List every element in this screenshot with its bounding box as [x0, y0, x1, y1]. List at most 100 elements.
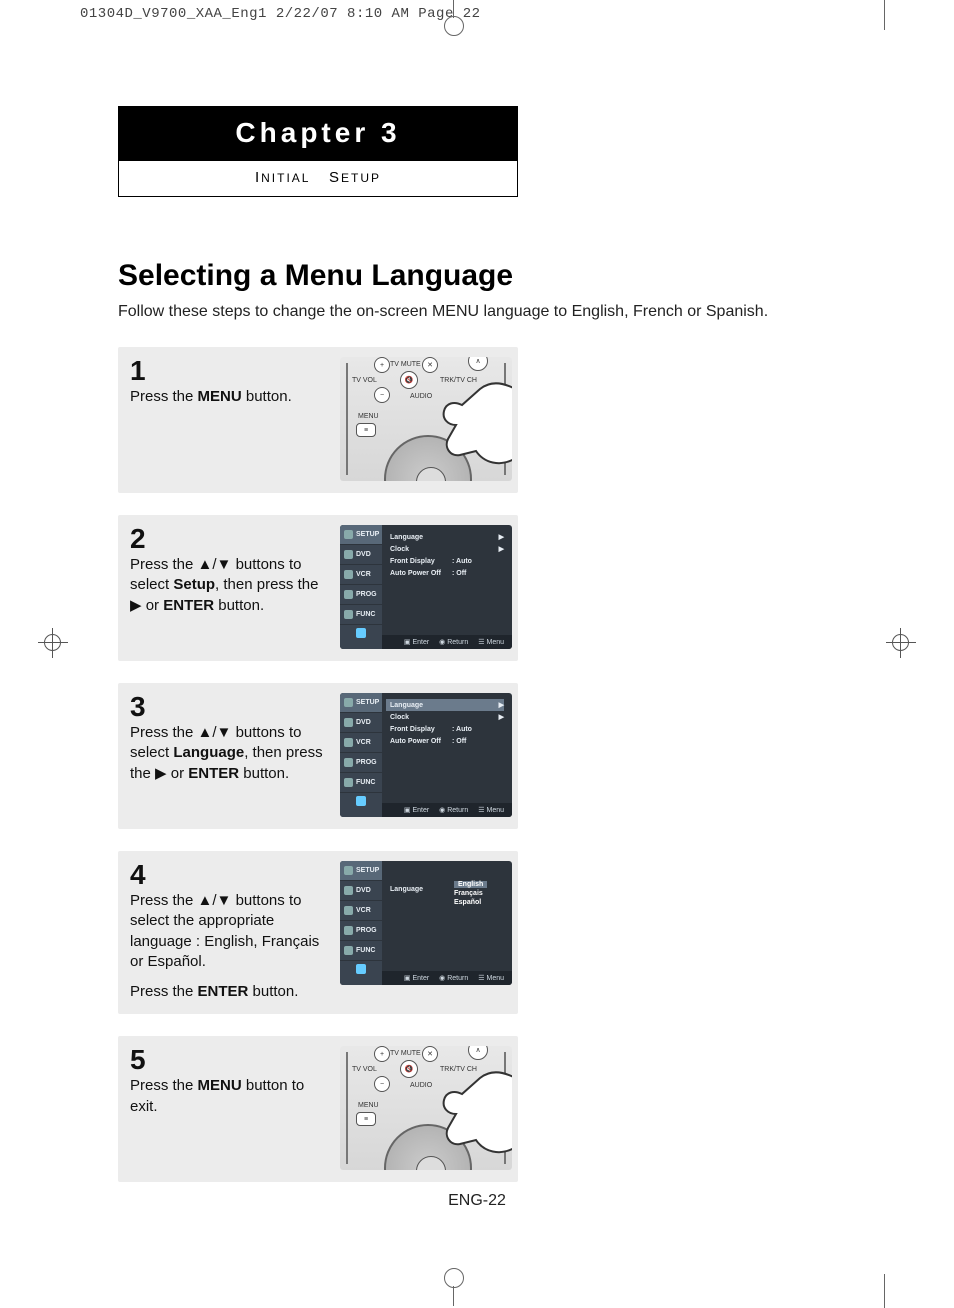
chapter-subtitle-w2: ETUP — [341, 171, 381, 185]
crop-mark-bottom-icon — [440, 1272, 468, 1300]
grid-icon — [344, 778, 353, 787]
osd-screenshot-setup: SETUP DVD VCR PROG FUNC Language▶ Clock▶ — [340, 525, 512, 649]
osd-screenshot-language-highlight: SETUP DVD VCR PROG FUNC Language▶ Clock▶ — [340, 693, 512, 817]
osd-bar-menu: Menu — [486, 639, 504, 646]
step-5-pre: Press the — [130, 1077, 198, 1094]
osd-item-language: Language — [390, 702, 452, 709]
step-5-text: 5 Press the MENU button to exit. — [130, 1046, 330, 1170]
osd-side-dvd: DVD — [356, 551, 371, 558]
step-5-bold: MENU — [198, 1077, 242, 1094]
osd-bar-enter: Enter — [412, 639, 429, 646]
step-5: 5 Press the MENU button to exit. TV MUTE… — [118, 1036, 518, 1182]
chapter-title: Chapter 3 — [119, 107, 517, 161]
step-2-figure: SETUP DVD VCR PROG FUNC Language▶ Clock▶ — [340, 525, 512, 649]
registration-mark-right-icon — [886, 628, 916, 658]
chapter-heading-box: Chapter 3 INITIAL SETUP — [118, 106, 518, 197]
osd-lang-francais: Français — [454, 890, 487, 897]
step-1-pre: Press the — [130, 388, 198, 405]
step-4-text: 4 Press the ▲/▼ buttons to select the ap… — [130, 861, 330, 1002]
osd-bar-return: Return — [447, 807, 468, 814]
step-5-number: 5 — [130, 1046, 330, 1074]
step-2-number: 2 — [130, 525, 330, 553]
osd-bar-menu: Menu — [486, 975, 504, 982]
crop-mark-top-icon — [440, 4, 468, 32]
step-3: 3 Press the ▲/▼ buttons to select Langua… — [118, 683, 518, 829]
page-number: ENG-22 — [0, 1192, 954, 1210]
return-icon: ◉ — [439, 639, 445, 646]
manual-page: 01304D_V9700_XAA_Eng1 2/22/07 8:10 AM Pa… — [0, 0, 954, 1304]
tape-icon — [344, 570, 353, 579]
move-icon — [356, 964, 366, 974]
osd-bar-enter: Enter — [412, 975, 429, 982]
menu-icon: ☰ — [478, 639, 484, 646]
gear-icon — [344, 866, 353, 875]
osd-side-prog: PROG — [356, 591, 377, 598]
clock-icon — [344, 758, 353, 767]
step-5-figure: TV MUTE + ✕ ∧ TV VOL 🔇 TRK/TV CH − AUDIO… — [340, 1046, 512, 1170]
remote-illustration: TV MUTE + ✕ ∧ TV VOL 🔇 TRK/TV CH − AUDIO… — [340, 357, 512, 481]
step-4: 4 Press the ▲/▼ buttons to select the ap… — [118, 851, 518, 1014]
crop-tick-bottom-right-icon — [884, 1274, 885, 1308]
grid-icon — [344, 610, 353, 619]
disc-icon — [344, 550, 353, 559]
step-4-line2-pre: Press the — [130, 983, 198, 1000]
osd-value-auto: : Auto — [452, 558, 488, 565]
osd-lang-english: English — [454, 881, 487, 888]
osd-side-vcr: VCR — [356, 907, 371, 914]
section-title: Selecting a Menu Language — [118, 259, 838, 293]
osd-value-off: : Off — [452, 570, 488, 577]
step-2-text: 2 Press the ▲/▼ buttons to select Setup,… — [130, 525, 330, 649]
step-3-bold2: ENTER — [188, 765, 239, 782]
step-4-line2-post: button. — [248, 983, 298, 1000]
step-2-arrow2: ▶ — [130, 597, 142, 614]
step-1-bold: MENU — [198, 388, 242, 405]
step-4-arrows: ▲/▼ — [198, 892, 232, 909]
chapter-subtitle-w1: NITIAL — [261, 171, 310, 185]
osd-item-language: Language — [390, 534, 452, 541]
osd-side-vcr: VCR — [356, 571, 371, 578]
osd-bar-enter: Enter — [412, 807, 429, 814]
step-4-number: 4 — [130, 861, 330, 889]
step-3-arrows: ▲/▼ — [198, 724, 232, 741]
page-content: Chapter 3 INITIAL SETUP Selecting a Menu… — [118, 106, 838, 1182]
chapter-subtitle: INITIAL SETUP — [119, 161, 517, 196]
osd-value-off: : Off — [452, 738, 488, 745]
step-3-arrow2: ▶ — [155, 765, 167, 782]
remote-label-tvvol: TV VOL — [352, 377, 377, 384]
gear-icon — [344, 530, 353, 539]
clock-icon — [344, 926, 353, 935]
osd-item-autopoweroff: Auto Power Off — [390, 738, 452, 745]
chapter-subtitle-cap2: S — [329, 169, 341, 186]
step-4-figure: SETUP DVD VCR PROG FUNC Language Engl — [340, 861, 512, 1002]
osd-side-func: FUNC — [356, 947, 375, 954]
osd-side-setup: SETUP — [356, 867, 379, 874]
osd-side-setup: SETUP — [356, 531, 379, 538]
step-2-bold1: Setup — [173, 576, 215, 593]
step-2: 2 Press the ▲/▼ buttons to select Setup,… — [118, 515, 518, 661]
disc-icon — [344, 718, 353, 727]
crop-tick-top-right-icon — [884, 0, 885, 30]
osd-item-language: Language — [390, 886, 452, 893]
step-1-post: button. — [242, 388, 292, 405]
gear-icon — [344, 698, 353, 707]
step-3-figure: SETUP DVD VCR PROG FUNC Language▶ Clock▶ — [340, 693, 512, 817]
osd-side-dvd: DVD — [356, 719, 371, 726]
step-4-pre: Press the — [130, 892, 198, 909]
remote-label-menu: MENU — [358, 1102, 379, 1109]
step-2-mid3: or — [142, 597, 164, 614]
step-3-pre: Press the — [130, 724, 198, 741]
osd-side-prog: PROG — [356, 759, 377, 766]
osd-item-frontdisplay: Front Display — [390, 726, 452, 733]
step-2-pre: Press the — [130, 556, 198, 573]
section-intro: Follow these steps to change the on-scre… — [118, 303, 838, 321]
osd-item-clock: Clock — [390, 714, 452, 721]
osd-screenshot-language-list: SETUP DVD VCR PROG FUNC Language Engl — [340, 861, 512, 985]
step-2-arrows: ▲/▼ — [198, 556, 232, 573]
osd-side-func: FUNC — [356, 611, 375, 618]
step-1-text: 1 Press the MENU button. — [130, 357, 330, 481]
tape-icon — [344, 738, 353, 747]
crop-header: 01304D_V9700_XAA_Eng1 2/22/07 8:10 AM Pa… — [80, 6, 481, 22]
menu-icon: ☰ — [478, 975, 484, 982]
enter-icon: ▣ — [404, 807, 411, 814]
osd-bar-menu: Menu — [486, 807, 504, 814]
